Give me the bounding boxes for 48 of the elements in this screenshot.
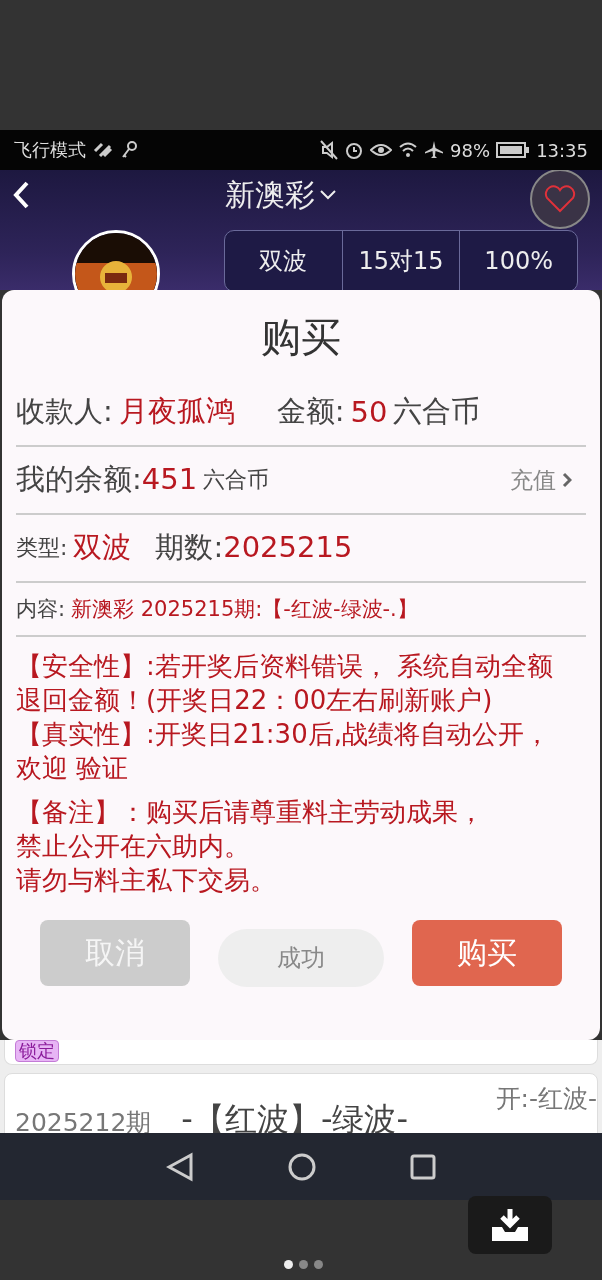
chevron-down-icon[interactable] [319, 189, 337, 201]
download-icon [490, 1207, 530, 1243]
heart-icon [544, 185, 576, 213]
period-text: 期数:2025215 [155, 529, 353, 566]
type-value: 双波 [73, 529, 132, 566]
field-label: 金额: [276, 393, 345, 430]
signal-icon [92, 141, 114, 159]
amount-value: 50 [350, 395, 388, 429]
currency-unit: 六合币 [393, 393, 481, 430]
recents-icon[interactable] [409, 1153, 436, 1180]
airplane-icon [424, 140, 445, 160]
content-value: 新澳彩 2025215期:【-红波-绿波-.】 [71, 596, 418, 623]
page-dot[interactable] [284, 1260, 293, 1269]
page-dot[interactable] [314, 1260, 323, 1269]
confirm-button[interactable]: 购买 [412, 920, 562, 986]
dialog-title: 购买 [260, 313, 342, 362]
back-icon[interactable] [166, 1151, 195, 1182]
result-text: 开:-红波- [495, 1083, 597, 1115]
notice-text: 禁止公开在六助内。 [16, 830, 251, 863]
home-icon[interactable] [287, 1151, 317, 1182]
mute-icon [320, 140, 339, 160]
field-label: 类型: [16, 534, 68, 562]
stat-value: 双波 [258, 246, 309, 277]
key-icon [120, 140, 138, 160]
field-label: 我的余额:451 [16, 461, 198, 498]
field-label: 收款人: [16, 393, 113, 430]
currency-unit: 六合币 [203, 466, 270, 494]
wifi-icon [398, 141, 419, 159]
recharge-link[interactable]: 充值 [510, 464, 586, 496]
status-button[interactable]: 成功 [218, 929, 384, 987]
download-button[interactable] [468, 1196, 552, 1254]
notice-text: 【安全性】:若开奖后资料错误， 系统自动全额退回金额！(开奖日22：00左右刷新账户) [16, 650, 555, 717]
payee-name: 月夜孤鸿 [118, 393, 235, 430]
page-title[interactable]: 新澳彩 [225, 174, 315, 216]
status-text: 飞行模式 [14, 138, 86, 162]
notice-text: 【真实性】:开奖日21:30后,战绩将自动公开，欢迎 验证 [16, 718, 551, 785]
status-badge: 锁定 [15, 1040, 59, 1062]
clock-time: 13:35 [536, 139, 588, 161]
battery-percent: 98% [450, 139, 491, 161]
chevron-right-icon [562, 472, 572, 488]
battery-icon [496, 141, 531, 159]
field-label: 内容: [16, 596, 66, 623]
page-dot[interactable] [299, 1260, 308, 1269]
notice-text: 请勿与料主私下交易。 [16, 864, 277, 897]
favorite-button[interactable] [530, 170, 590, 229]
alarm-icon [344, 140, 365, 160]
eye-icon [370, 142, 393, 158]
notice-text: 【备注】：购买后请尊重料主劳动成果， [16, 796, 485, 829]
